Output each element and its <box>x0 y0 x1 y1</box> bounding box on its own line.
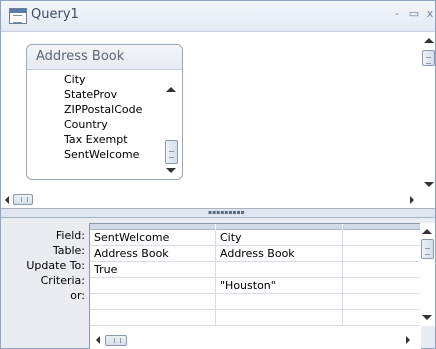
field-list-item-zippostalcode[interactable]: ZIPPostalCode <box>64 102 142 117</box>
arrow-left-icon[interactable] <box>96 336 100 344</box>
design-grid-horizontal-scrollbar[interactable] <box>90 332 421 348</box>
field-list-item-sentwelcome[interactable]: SentWelcome <box>64 147 142 162</box>
update-to-cell[interactable] <box>216 262 343 277</box>
grid-row-field: SentWelcome City <box>90 230 421 246</box>
field-cell[interactable]: SentWelcome <box>90 230 216 245</box>
row-label-table: Table: <box>52 244 85 257</box>
arrow-left-icon[interactable] <box>5 196 9 204</box>
scroll-thumb[interactable] <box>422 50 435 66</box>
grid-row-table: Address Book Address Book <box>90 246 421 262</box>
grid-row-update-to: True <box>90 262 421 278</box>
title-bar[interactable]: Query1 - ▭ x <box>1 1 435 32</box>
window-title: Query1 <box>31 7 79 22</box>
arrow-up-icon[interactable] <box>166 87 176 92</box>
minimize-button[interactable]: - <box>391 8 403 20</box>
table-pane-vertical-scrollbar[interactable] <box>420 32 435 192</box>
update-to-cell[interactable]: True <box>90 262 216 277</box>
field-list-item-stateprov[interactable]: StateProv <box>64 87 142 102</box>
design-grid-row-labels: Field: Table: Update To: Criteria: or: <box>1 228 85 303</box>
arrow-down-icon[interactable] <box>166 168 176 173</box>
update-to-cell[interactable] <box>343 262 421 277</box>
arrow-right-icon[interactable] <box>406 336 410 344</box>
criteria-cell[interactable]: "Houston" <box>216 278 343 293</box>
row-label-criteria: Criteria: <box>40 274 85 287</box>
grid-row-or <box>90 294 421 310</box>
design-grid-vertical-scrollbar[interactable] <box>420 223 435 326</box>
table-pane-horizontal-scrollbar[interactable] <box>1 193 420 207</box>
field-list-title-bar[interactable]: Address Book <box>27 45 182 70</box>
design-grid-pane: Field: Table: Update To: Criteria: or: S… <box>1 218 435 349</box>
or-cell[interactable] <box>90 294 216 309</box>
empty-cell[interactable] <box>216 310 343 325</box>
query-window: Query1 - ▭ x Address Book City StateProv… <box>0 0 436 349</box>
table-cell[interactable] <box>343 246 421 261</box>
field-list-item-tax-exempt[interactable]: Tax Exempt <box>64 132 142 147</box>
design-grid[interactable]: SentWelcome City Address Book Address Bo… <box>89 223 421 349</box>
or-cell[interactable] <box>343 294 421 309</box>
field-list-item-country[interactable]: Country <box>64 117 142 132</box>
scroll-thumb[interactable] <box>421 239 434 259</box>
field-cell[interactable]: City <box>216 230 343 245</box>
empty-cell[interactable] <box>90 310 216 325</box>
table-cell[interactable]: Address Book <box>216 246 343 261</box>
arrow-up-icon[interactable] <box>424 38 434 43</box>
grid-row-empty <box>90 310 421 326</box>
field-list-title: Address Book <box>36 49 125 64</box>
criteria-cell[interactable] <box>90 278 216 293</box>
table-pane: Address Book City StateProv ZIPPostalCod… <box>1 32 435 207</box>
empty-cell[interactable] <box>343 310 421 325</box>
close-button[interactable]: x <box>424 8 436 20</box>
arrow-down-icon[interactable] <box>422 315 432 320</box>
row-label-field: Field: <box>55 229 85 242</box>
arrow-right-icon[interactable] <box>410 196 414 204</box>
criteria-cell[interactable] <box>343 278 421 293</box>
scroll-thumb[interactable] <box>13 194 33 205</box>
field-list-scrollbar[interactable] <box>164 70 179 177</box>
field-list-item-city[interactable]: City <box>64 72 142 87</box>
field-list-address-book[interactable]: Address Book City StateProv ZIPPostalCod… <box>26 44 183 180</box>
or-cell[interactable] <box>216 294 343 309</box>
table-cell[interactable]: Address Book <box>90 246 216 261</box>
grid-row-criteria: "Houston" <box>90 278 421 294</box>
scroll-thumb[interactable] <box>105 335 127 346</box>
query-icon <box>9 8 27 24</box>
splitter-grip-icon[interactable]: ▪▪▪▪▪▪▪▪▪ <box>208 210 245 216</box>
maximize-button[interactable]: ▭ <box>408 8 420 20</box>
row-label-update-to: Update To: <box>26 259 85 272</box>
row-label-or: or: <box>70 289 85 302</box>
arrow-down-icon[interactable] <box>424 182 434 187</box>
field-cell[interactable] <box>343 230 421 245</box>
arrow-up-icon[interactable] <box>422 229 432 234</box>
pane-splitter[interactable]: ▪▪▪▪▪▪▪▪▪ <box>1 208 435 218</box>
scroll-thumb[interactable] <box>165 140 178 164</box>
field-list-items: City StateProv ZIPPostalCode Country Tax… <box>64 72 142 162</box>
